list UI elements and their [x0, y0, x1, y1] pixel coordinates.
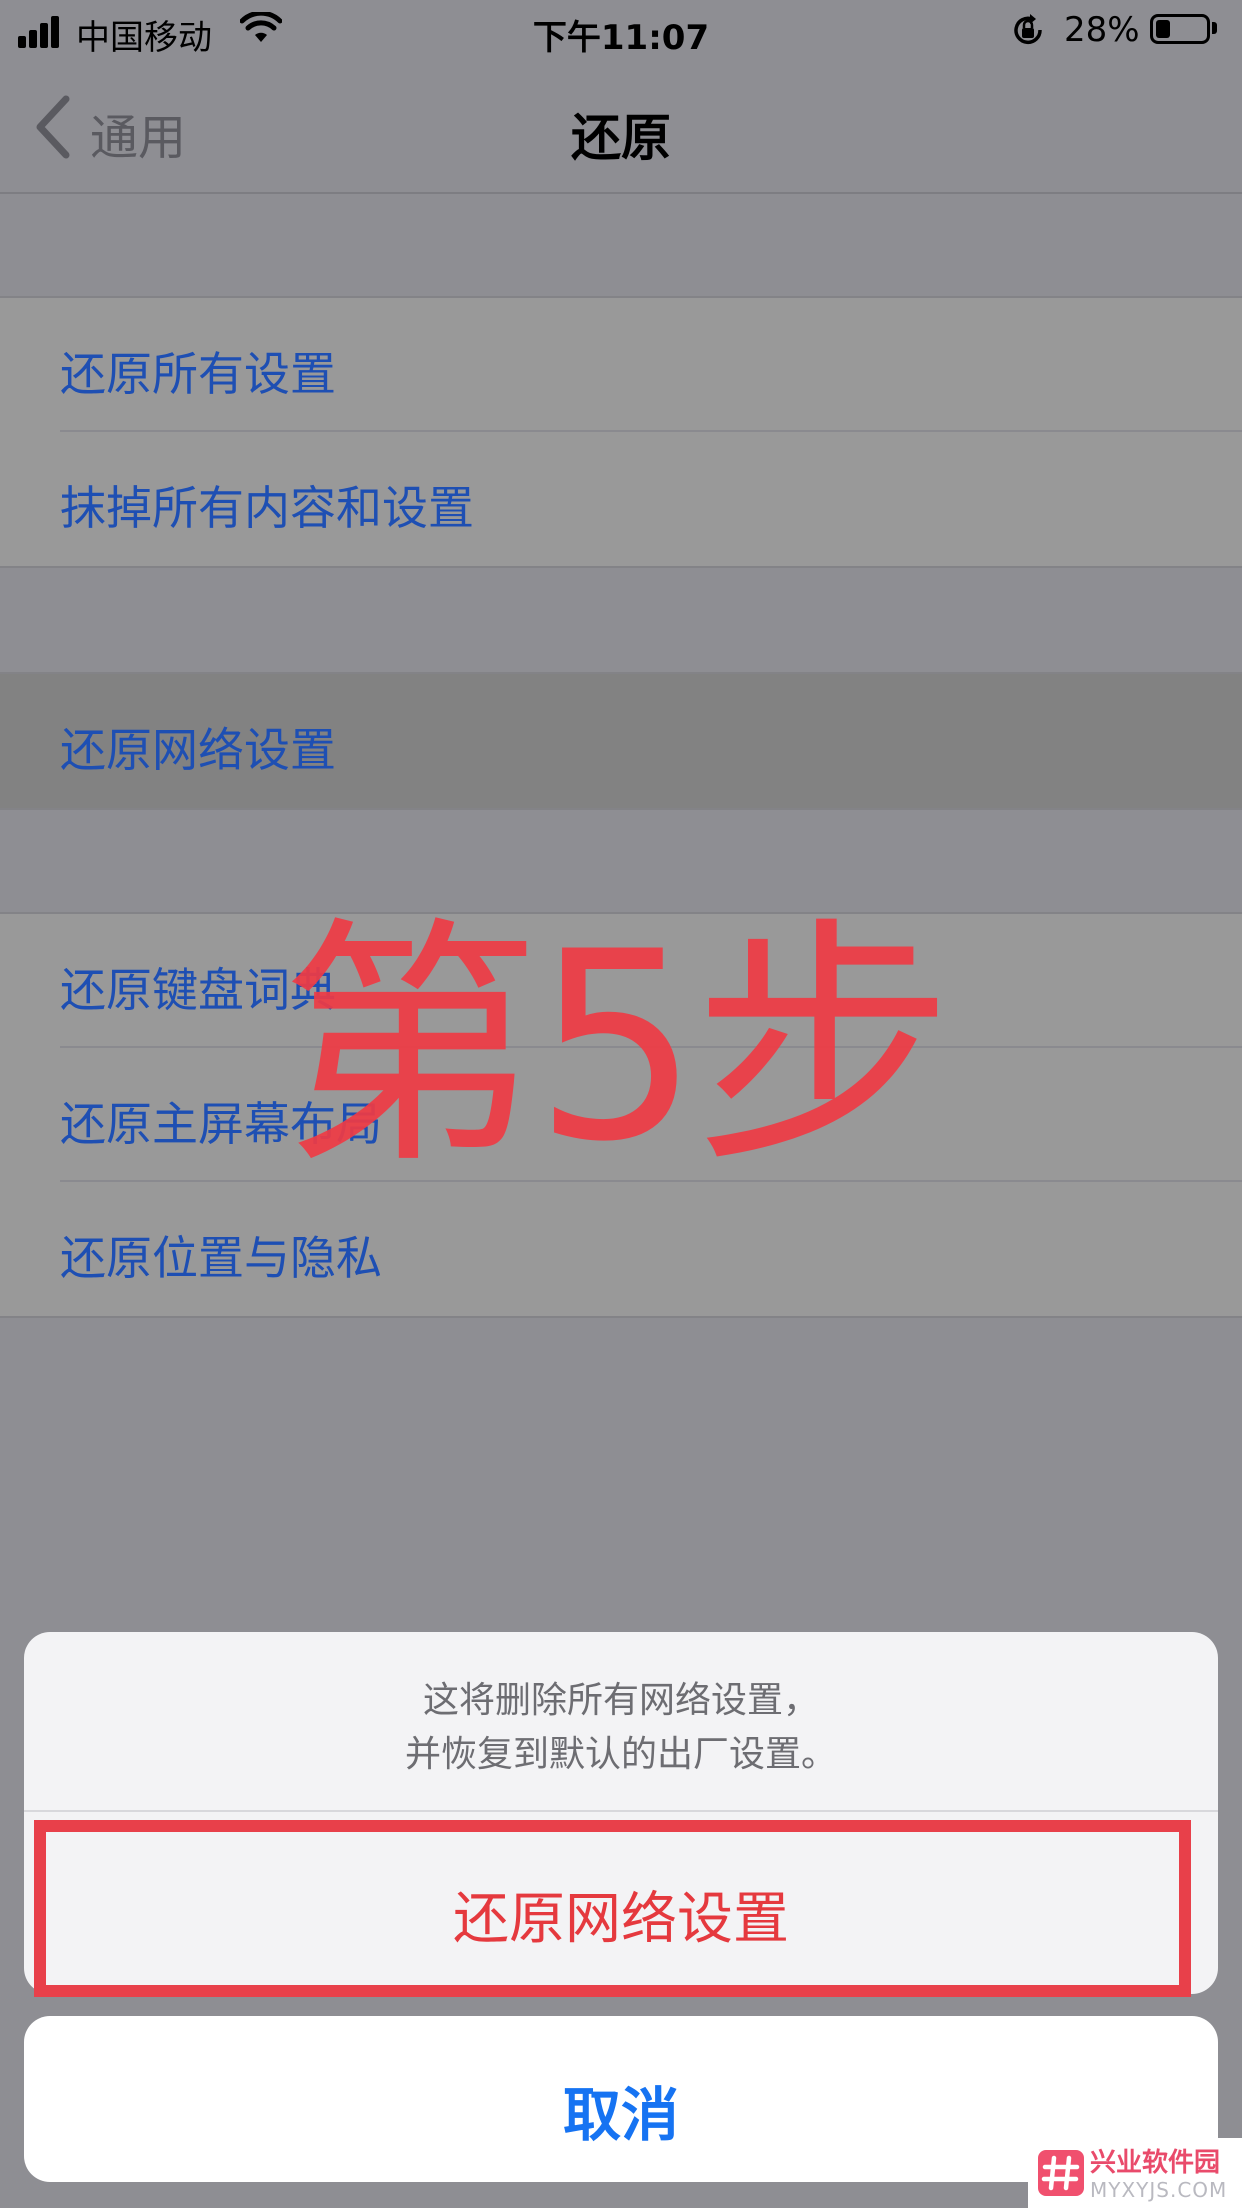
- watermark: 兴业软件园 MYXYJS.COM: [1028, 2138, 1242, 2208]
- annotation-highlight-box: [34, 1820, 1191, 1997]
- orientation-lock-icon: [1014, 14, 1042, 45]
- battery-percent: 28%: [1064, 10, 1140, 50]
- list-item-label: 还原网络设置: [60, 723, 336, 777]
- watermark-url: MYXYJS.COM: [1090, 2178, 1228, 2202]
- step-annotation: 第5步: [280, 897, 953, 1199]
- action-sheet-message-line-2: 并恢复到默认的出厂设置。: [404, 1734, 837, 1775]
- navigation-bar: 通用 还原: [0, 62, 1242, 194]
- action-sheet-message-line-1: 这将删除所有网络设置，: [422, 1680, 819, 1721]
- watermark-name: 兴业软件园: [1090, 2148, 1221, 2178]
- battery-icon: [1150, 14, 1210, 44]
- list-item-reset-all-settings[interactable]: 还原所有设置: [0, 298, 1242, 432]
- list-item-label: 还原位置与隐私: [60, 1231, 382, 1285]
- action-sheet-message: 这将删除所有网络设置， 并恢复到默认的出厂设置。: [24, 1674, 1218, 1782]
- reset-group-1: 还原所有设置 抹掉所有内容和设置: [0, 296, 1242, 568]
- status-time: 下午11:07: [532, 18, 710, 58]
- status-bar: 中国移动 下午11:07 28%: [0, 0, 1242, 62]
- reset-group-2: 还原网络设置: [0, 672, 1242, 810]
- list-item-label: 抹掉所有内容和设置: [60, 481, 474, 535]
- page-title: 还原: [571, 109, 671, 167]
- list-item-reset-network-settings[interactable]: 还原网络设置: [0, 674, 1242, 808]
- battery-tip: [1212, 22, 1217, 34]
- list-item-erase-all-content[interactable]: 抹掉所有内容和设置: [0, 432, 1242, 566]
- hash-logo-icon: [1038, 2150, 1084, 2196]
- list-item-label: 还原所有设置: [60, 347, 336, 401]
